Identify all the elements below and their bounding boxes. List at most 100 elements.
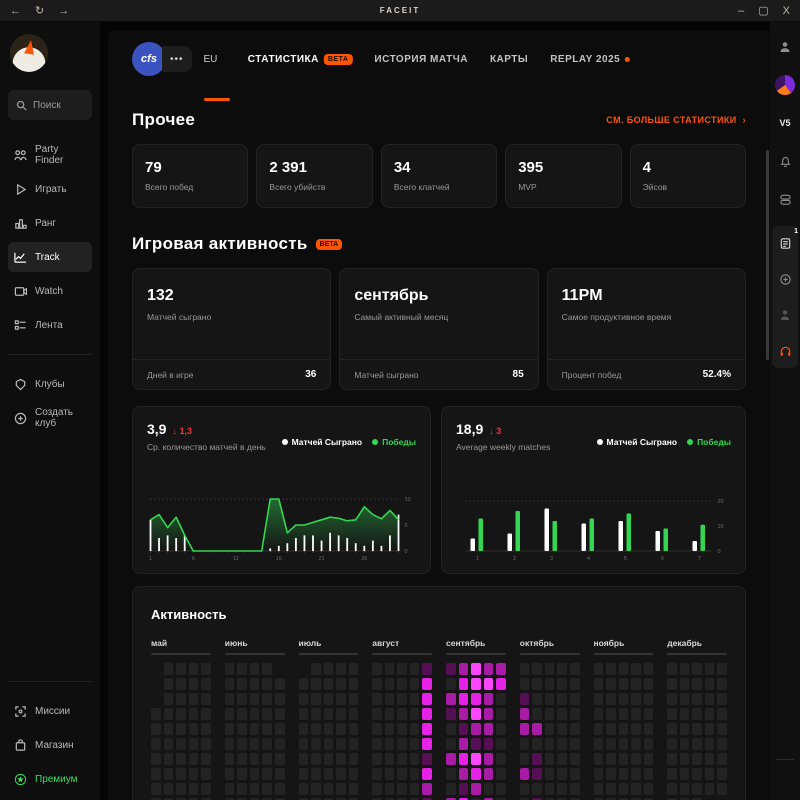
heatmap-cell[interactable] bbox=[717, 663, 727, 675]
heatmap-cell[interactable] bbox=[619, 753, 629, 765]
heatmap-cell[interactable] bbox=[606, 663, 616, 675]
heatmap-cell[interactable] bbox=[446, 693, 456, 705]
heatmap-cell[interactable] bbox=[164, 663, 174, 675]
heatmap-cell[interactable] bbox=[692, 708, 702, 720]
heatmap-cell[interactable] bbox=[520, 768, 530, 780]
heatmap-cell[interactable] bbox=[557, 783, 567, 795]
heatmap-cell[interactable] bbox=[532, 783, 542, 795]
heatmap-cell[interactable] bbox=[570, 738, 580, 750]
heatmap-cell[interactable] bbox=[496, 678, 506, 690]
heatmap-cell[interactable] bbox=[496, 738, 506, 750]
heatmap-cell[interactable] bbox=[189, 738, 199, 750]
heatmap-cell[interactable] bbox=[446, 768, 456, 780]
heatmap-cell[interactable] bbox=[237, 783, 247, 795]
heatmap-cell[interactable] bbox=[311, 738, 321, 750]
heatmap-cell[interactable] bbox=[311, 768, 321, 780]
heatmap-cell[interactable] bbox=[410, 753, 420, 765]
heatmap-cell[interactable] bbox=[459, 753, 469, 765]
heatmap-cell[interactable] bbox=[459, 678, 469, 690]
heatmap-cell[interactable] bbox=[570, 663, 580, 675]
heatmap-cell[interactable] bbox=[262, 678, 272, 690]
heatmap-cell[interactable] bbox=[275, 768, 285, 780]
heatmap-cell[interactable] bbox=[422, 768, 432, 780]
heatmap-cell[interactable] bbox=[262, 753, 272, 765]
heatmap-cell[interactable] bbox=[606, 753, 616, 765]
heatmap-cell[interactable] bbox=[705, 663, 715, 675]
heatmap-cell[interactable] bbox=[189, 693, 199, 705]
heatmap-cell[interactable] bbox=[484, 738, 494, 750]
sidebar-item-shop[interactable]: Магазин bbox=[8, 730, 92, 760]
heatmap-cell[interactable] bbox=[459, 783, 469, 795]
heatmap-cell[interactable] bbox=[520, 678, 530, 690]
heatmap-cell[interactable] bbox=[176, 738, 186, 750]
heatmap-cell[interactable] bbox=[201, 783, 211, 795]
heatmap-cell[interactable] bbox=[410, 768, 420, 780]
bell-icon[interactable] bbox=[774, 150, 796, 172]
heatmap-cell[interactable] bbox=[484, 753, 494, 765]
heatmap-cell[interactable] bbox=[680, 783, 690, 795]
heatmap-cell[interactable] bbox=[496, 768, 506, 780]
heatmap-cell[interactable] bbox=[644, 753, 654, 765]
heatmap-cell[interactable] bbox=[151, 783, 161, 795]
heatmap-cell[interactable] bbox=[275, 723, 285, 735]
heatmap-cell[interactable] bbox=[446, 738, 456, 750]
heatmap-cell[interactable] bbox=[644, 663, 654, 675]
heatmap-cell[interactable] bbox=[545, 708, 555, 720]
add-widget-icon[interactable] bbox=[774, 268, 796, 290]
heatmap-cell[interactable] bbox=[606, 678, 616, 690]
heatmap-cell[interactable] bbox=[299, 753, 309, 765]
heatmap-cell[interactable] bbox=[667, 693, 677, 705]
heatmap-cell[interactable] bbox=[471, 708, 481, 720]
heatmap-cell[interactable] bbox=[606, 693, 616, 705]
heatmap-cell[interactable] bbox=[644, 738, 654, 750]
sidebar-item-party-finder[interactable]: Party Finder bbox=[8, 140, 92, 170]
heatmap-cell[interactable] bbox=[324, 678, 334, 690]
heatmap-cell[interactable] bbox=[459, 708, 469, 720]
heatmap-cell[interactable] bbox=[717, 768, 727, 780]
heatmap-cell[interactable] bbox=[397, 783, 407, 795]
heatmap-cell[interactable] bbox=[422, 678, 432, 690]
heatmap-cell[interactable] bbox=[422, 708, 432, 720]
heatmap-cell[interactable] bbox=[397, 753, 407, 765]
heatmap-cell[interactable] bbox=[225, 708, 235, 720]
heatmap-cell[interactable] bbox=[324, 768, 334, 780]
heatmap-cell[interactable] bbox=[176, 693, 186, 705]
heatmap-cell[interactable] bbox=[705, 678, 715, 690]
heatmap-cell[interactable] bbox=[496, 723, 506, 735]
heatmap-cell[interactable] bbox=[667, 753, 677, 765]
heatmap-cell[interactable] bbox=[532, 693, 542, 705]
heatmap-cell[interactable] bbox=[459, 663, 469, 675]
heatmap-cell[interactable] bbox=[189, 768, 199, 780]
heatmap-cell[interactable] bbox=[372, 678, 382, 690]
heatmap-cell[interactable] bbox=[237, 768, 247, 780]
heatmap-cell[interactable] bbox=[532, 753, 542, 765]
heatmap-cell[interactable] bbox=[410, 783, 420, 795]
heatmap-cell[interactable] bbox=[250, 678, 260, 690]
heatmap-cell[interactable] bbox=[262, 708, 272, 720]
heatmap-cell[interactable] bbox=[446, 753, 456, 765]
heatmap-cell[interactable] bbox=[459, 693, 469, 705]
sidebar-item-create-club[interactable]: Создать клуб bbox=[8, 403, 92, 433]
heatmap-cell[interactable] bbox=[705, 708, 715, 720]
heatmap-cell[interactable] bbox=[349, 723, 359, 735]
heatmap-cell[interactable] bbox=[349, 663, 359, 675]
heatmap-cell[interactable] bbox=[397, 678, 407, 690]
heatmap-cell[interactable] bbox=[717, 678, 727, 690]
heatmap-cell[interactable] bbox=[520, 663, 530, 675]
heatmap-cell[interactable] bbox=[385, 723, 395, 735]
heatmap-cell[interactable] bbox=[275, 678, 285, 690]
heatmap-cell[interactable] bbox=[372, 708, 382, 720]
heatmap-cell[interactable] bbox=[225, 678, 235, 690]
heatmap-cell[interactable] bbox=[471, 663, 481, 675]
heatmap-cell[interactable] bbox=[385, 693, 395, 705]
heatmap-cell[interactable] bbox=[692, 783, 702, 795]
heatmap-cell[interactable] bbox=[299, 783, 309, 795]
heatmap-cell[interactable] bbox=[336, 768, 346, 780]
heatmap-cell[interactable] bbox=[705, 783, 715, 795]
heatmap-cell[interactable] bbox=[570, 768, 580, 780]
heatmap-cell[interactable] bbox=[484, 708, 494, 720]
heatmap-cell[interactable] bbox=[484, 663, 494, 675]
heatmap-cell[interactable] bbox=[237, 753, 247, 765]
heatmap-cell[interactable] bbox=[151, 768, 161, 780]
heatmap-cell[interactable] bbox=[717, 693, 727, 705]
